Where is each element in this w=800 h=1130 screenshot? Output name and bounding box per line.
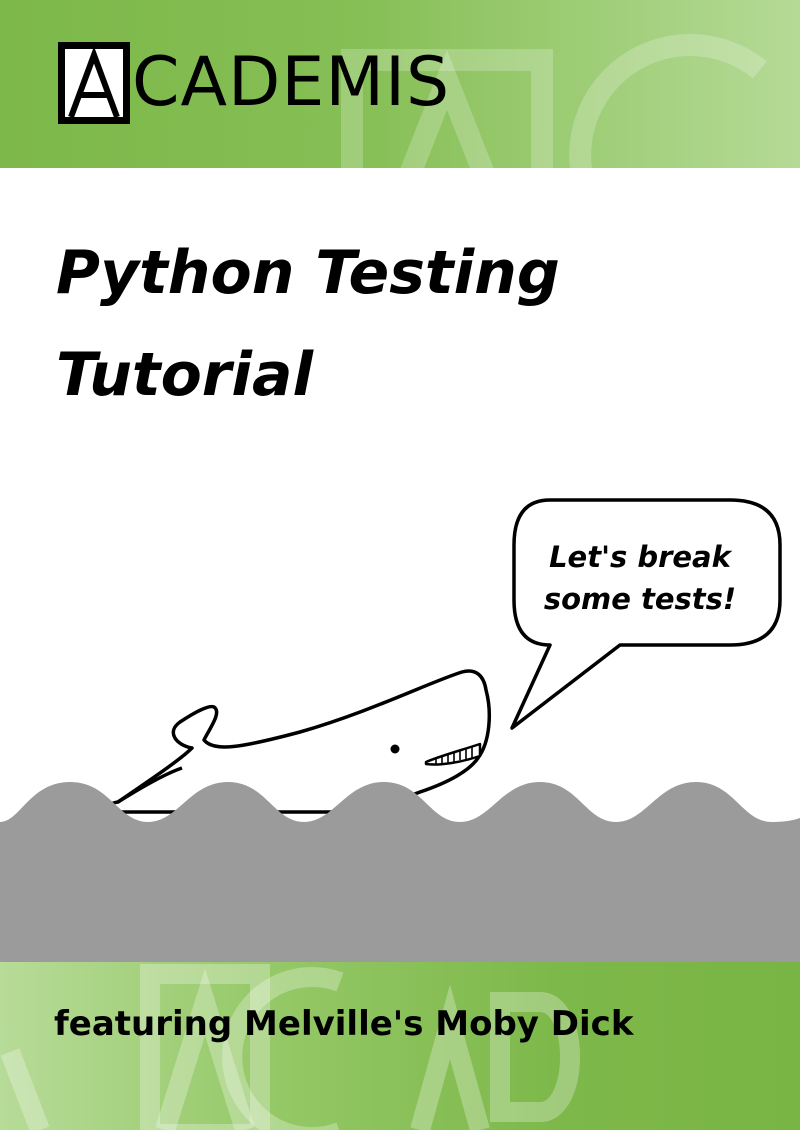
whale-eye <box>390 744 400 754</box>
subtitle: featuring Melville's Moby Dick <box>54 1004 634 1044</box>
footer-watermark <box>0 964 580 1130</box>
whale-icon <box>108 669 492 814</box>
speech-bubble-text: Let's break some tests! <box>520 536 760 620</box>
bubble-line-2: some tests! <box>543 582 737 616</box>
bubble-line-1: Let's break <box>549 540 731 574</box>
footer-band <box>0 962 800 1130</box>
sea-waves <box>0 782 800 962</box>
